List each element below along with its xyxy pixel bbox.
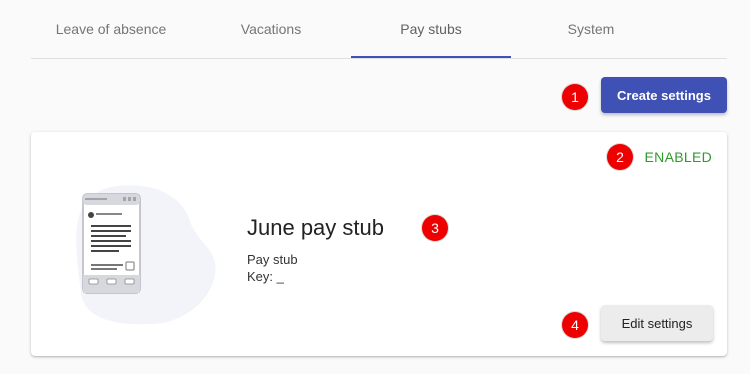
pay-stub-document-icon <box>76 185 216 325</box>
settings-card: 2 ENABLED 3 June pay stub Pay stub Key: … <box>31 132 727 356</box>
annotation-badge-1: 1 <box>562 84 588 110</box>
card-subtitle: Pay stub <box>247 252 298 267</box>
tab-system[interactable]: System <box>511 0 671 57</box>
tab-vacations[interactable]: Vacations <box>191 0 351 57</box>
tab-bar: Leave of absence Vacations Pay stubs Sys… <box>31 0 727 59</box>
annotation-badge-2: 2 <box>607 144 633 170</box>
edit-settings-button[interactable]: Edit settings <box>601 305 713 341</box>
status-label: ENABLED <box>644 149 712 165</box>
annotation-badge-3: 3 <box>422 215 448 241</box>
card-title: June pay stub <box>247 215 384 240</box>
tab-leave-of-absence[interactable]: Leave of absence <box>31 0 191 57</box>
annotation-badge-4: 4 <box>562 312 588 338</box>
tab-pay-stubs[interactable]: Pay stubs <box>351 0 511 58</box>
card-key: Key: _ <box>247 269 284 284</box>
create-settings-button[interactable]: Create settings <box>601 77 727 113</box>
